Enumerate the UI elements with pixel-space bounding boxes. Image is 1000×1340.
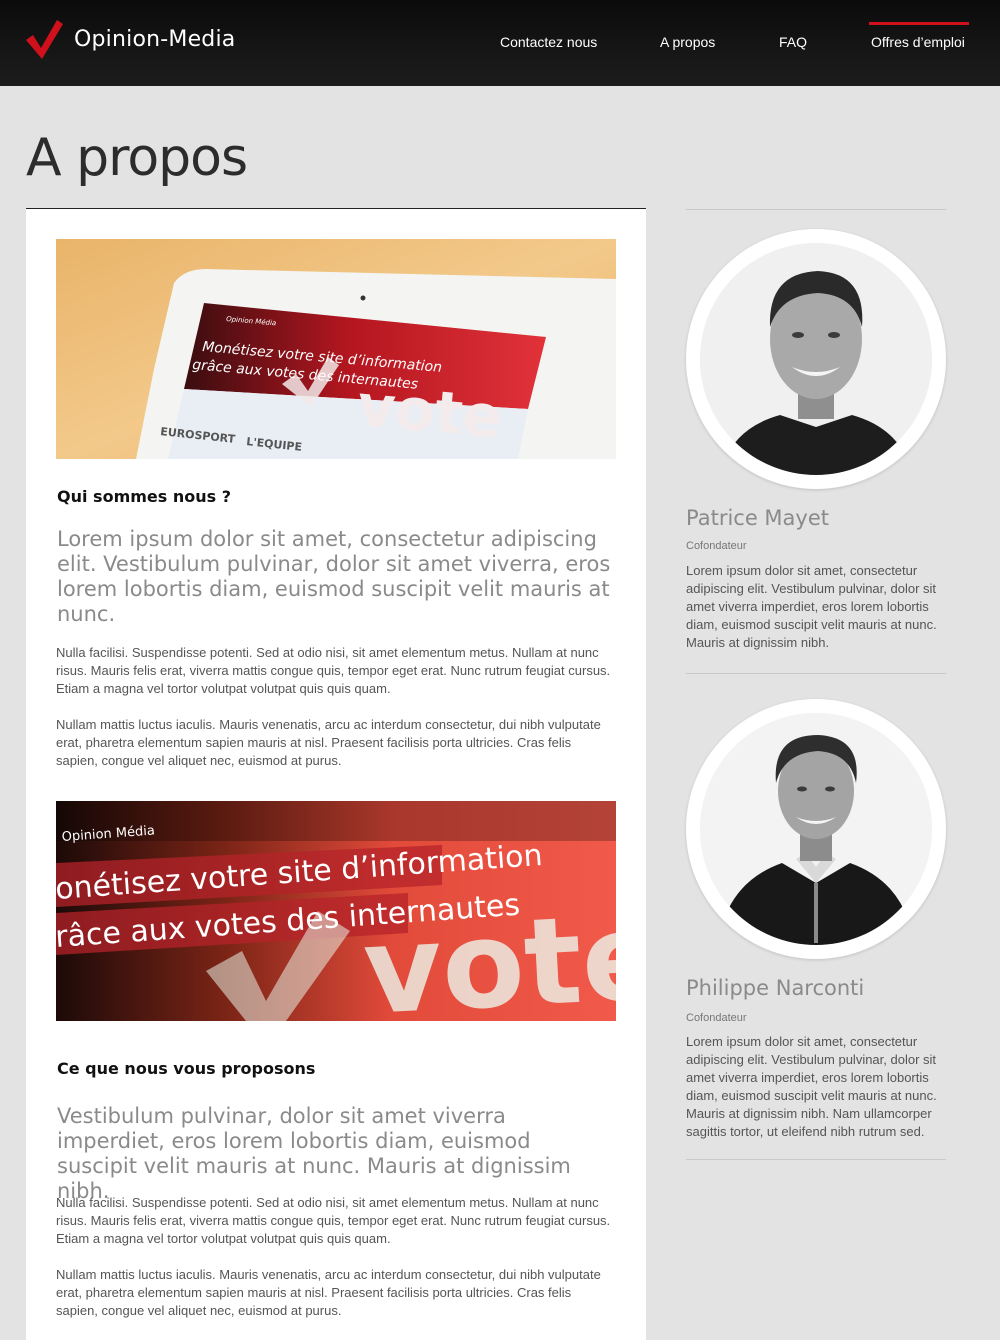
nav-faq[interactable]: FAQ bbox=[779, 34, 807, 50]
team-member-bio: Lorem ipsum dolor sit amet, consectetur … bbox=[686, 1034, 937, 1139]
team-member-photo bbox=[686, 699, 946, 959]
tablet-photo: Opinion Média Monétisez votre site d’inf… bbox=[56, 239, 616, 459]
section-paragraph: Nullam mattis luctus iaculis. Mauris ven… bbox=[56, 1267, 601, 1318]
section-heading: Qui sommes nous ? bbox=[57, 487, 231, 506]
sidebar-divider bbox=[686, 209, 946, 210]
main-content: Opinion Média Monétisez votre site d’inf… bbox=[26, 208, 646, 1340]
team-member-name: Philippe Narconti bbox=[686, 976, 865, 1000]
portrait-photo-icon bbox=[700, 243, 932, 475]
team-member-role: Cofondateur bbox=[686, 1012, 747, 1024]
nav-about[interactable]: A propos bbox=[660, 34, 715, 50]
section-paragraph: Nullam mattis luctus iaculis. Mauris ven… bbox=[56, 717, 601, 768]
screen-closeup-photo: Opinion Média onétisez votre site d’info… bbox=[56, 801, 616, 1021]
page-title: A propos bbox=[26, 128, 248, 188]
section-lead: Lorem ipsum dolor sit amet, consectetur … bbox=[57, 527, 611, 626]
section-paragraph: Nulla facilisi. Suspendisse potenti. Sed… bbox=[56, 1195, 611, 1246]
sidebar-divider bbox=[686, 673, 946, 674]
svg-text:vote: vote bbox=[360, 887, 616, 1021]
team-member-bio: Lorem ipsum dolor sit amet, consectetur … bbox=[686, 563, 937, 650]
checkmark-logo-icon bbox=[26, 20, 63, 59]
team-member-name: Patrice Mayet bbox=[686, 506, 830, 530]
team-member-photo bbox=[686, 229, 946, 489]
sidebar-divider bbox=[686, 1159, 946, 1160]
site-header: Opinion-Media Contactez nous A propos FA… bbox=[0, 0, 1000, 86]
nav-jobs[interactable]: Offres d’emploi bbox=[869, 22, 969, 50]
brand-name: Opinion-Media bbox=[74, 26, 236, 52]
section-lead: Vestibulum pulvinar, dolor sit amet vive… bbox=[57, 1104, 571, 1203]
svg-text:vote: vote bbox=[355, 371, 505, 451]
team-member-role: Cofondateur bbox=[686, 540, 747, 552]
brand-logo[interactable]: Opinion-Media bbox=[24, 18, 235, 60]
section-heading: Ce que nous vous proposons bbox=[57, 1059, 316, 1078]
nav-contact[interactable]: Contactez nous bbox=[500, 34, 597, 50]
portrait-photo-icon bbox=[700, 713, 932, 945]
section-paragraph: Nulla facilisi. Suspendisse potenti. Sed… bbox=[56, 645, 611, 696]
